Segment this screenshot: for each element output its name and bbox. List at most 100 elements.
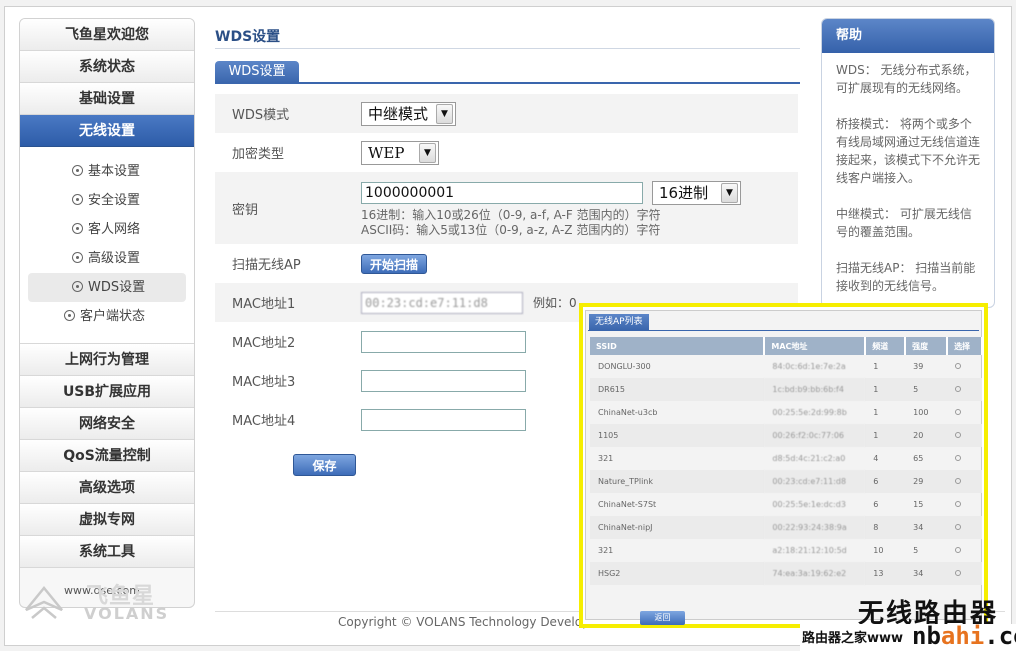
bullet-icon xyxy=(72,252,83,263)
brand-logo: www.dse.com 飞鱼星 VOLANS xyxy=(22,578,172,626)
ap-select-radio[interactable] xyxy=(955,570,962,576)
subnav-item-client-status[interactable]: 客户端状态 xyxy=(20,302,194,331)
ap-select-cell xyxy=(947,401,982,424)
ap-channel: 6 xyxy=(873,500,879,509)
mac2-input[interactable] xyxy=(361,330,526,353)
nav-item-advanced-options[interactable]: 高级选项 xyxy=(20,472,194,504)
ap-mac: d8:5d:4c:21:c2:a0 xyxy=(772,454,846,463)
dropdown-arrow-icon: ▼ xyxy=(721,182,738,203)
encryption-select[interactable]: WEP ▼ xyxy=(361,140,439,165)
ap-ssid: DR615 xyxy=(590,378,765,401)
tab-ap-list[interactable]: 无线AP列表 xyxy=(589,314,649,330)
bullet-icon xyxy=(64,310,75,321)
ap-select-cell xyxy=(947,493,982,516)
mac4-input[interactable] xyxy=(361,408,526,431)
ap-mac: a2:18:21:12:10:5d xyxy=(772,546,847,555)
nav-item-qos[interactable]: QoS流量控制 xyxy=(20,440,194,472)
wds-mode-value: 中继模式 xyxy=(368,105,429,123)
ap-select-cell xyxy=(947,424,982,447)
ap-ssid: DONGLU-300 xyxy=(598,362,651,371)
ap-channel: 1 xyxy=(865,378,906,401)
nav-item-network-security[interactable]: 网络安全 xyxy=(20,408,194,440)
scan-label: 扫描无线AP xyxy=(232,258,301,273)
subnav-item-advanced[interactable]: 高级设置 xyxy=(20,244,194,273)
sidebar-nav: 飞鱼星欢迎您 系统状态 基础设置 无线设置 基本设置 安全设置 客人网络 高级设… xyxy=(19,18,195,608)
ap-select-radio[interactable] xyxy=(955,455,962,461)
subnav-item-security[interactable]: 安全设置 xyxy=(20,186,194,215)
row-scan: 扫描无线AP 开始扫描 xyxy=(215,244,798,283)
encryption-value: WEP xyxy=(368,143,405,162)
nav-item-wireless-settings[interactable]: 无线设置 xyxy=(20,115,194,147)
wds-mode-label: WDS模式 xyxy=(232,108,290,123)
ap-strength: 34 xyxy=(905,516,948,539)
nav-item-basic-settings[interactable]: 基础设置 xyxy=(20,83,194,115)
ap-mac: 1c:bd:b9:bb:6b:f4 xyxy=(764,378,866,401)
help-text-scan: 扫描无线AP： 扫描当前能接收到的无线信号。 xyxy=(836,261,976,293)
ap-select-radio[interactable] xyxy=(955,478,962,484)
ap-mac: 84:0c:6d:1e:7e:2a xyxy=(772,362,846,371)
hint-hex: 16进制：输入10或26位（0-9, a-f, A-F 范围内的）字符 xyxy=(361,207,661,222)
help-text-wds: WDS： 无线分布式系统，可扩展现有的无线网络。 xyxy=(836,63,977,95)
ap-ssid: 321 xyxy=(598,454,614,463)
fish-logo-icon xyxy=(25,586,63,619)
subnav-label: 客户端状态 xyxy=(80,309,146,324)
save-button[interactable]: 保存 xyxy=(293,454,356,476)
col-strength: 强度 xyxy=(905,337,949,355)
wireless-submenu: 基本设置 安全设置 客人网络 高级设置 WDS设置 客户端状态 xyxy=(20,147,194,344)
table-row: 1105 00:26:f2:0c:77:06 1 20 xyxy=(590,424,982,447)
col-ssid: SSID xyxy=(590,337,766,355)
ap-list-panel: 无线AP列表 SSID MAC地址 频道 强度 选择 DONGLU-300 84:… xyxy=(585,310,983,625)
nav-item-system-tools[interactable]: 系统工具 xyxy=(20,536,194,568)
ap-ssid: 1105 xyxy=(590,424,765,447)
nav-item-behavior-management[interactable]: 上网行为管理 xyxy=(20,344,194,376)
subnav-item-wds[interactable]: WDS设置 xyxy=(28,273,186,302)
mac4-label: MAC地址4 xyxy=(232,414,296,429)
subnav-item-basic[interactable]: 基本设置 xyxy=(20,157,194,186)
divider xyxy=(588,330,979,331)
key-input[interactable]: 1000000001 xyxy=(361,181,643,204)
ap-select-radio[interactable] xyxy=(955,386,962,392)
ap-channel: 6 xyxy=(865,470,906,493)
ap-select-radio[interactable] xyxy=(955,524,962,530)
table-row: DR615 1c:bd:b9:bb:6b:f4 1 5 xyxy=(590,378,982,401)
table-row: ChinaNet-S7St 00:25:5e:1e:dc:d3 6 15 xyxy=(590,493,982,516)
logo-brand-en: VOLANS xyxy=(84,604,170,623)
subnav-item-guest-network[interactable]: 客人网络 xyxy=(20,215,194,244)
table-row: HSG2 74:ea:3a:19:62:e2 13 34 xyxy=(590,562,982,585)
ap-select-radio[interactable] xyxy=(955,501,962,507)
ap-mac: 00:22:93:24:38:9a xyxy=(764,516,866,539)
ap-select-radio[interactable] xyxy=(955,363,962,369)
ap-select-radio[interactable] xyxy=(955,409,962,415)
row-encryption: 加密类型 WEP ▼ xyxy=(215,133,798,172)
nav-item-vpn[interactable]: 虚拟专网 xyxy=(20,504,194,536)
nav-item-welcome[interactable]: 飞鱼星欢迎您 xyxy=(20,19,194,51)
ap-strength: 5 xyxy=(905,378,948,401)
ap-strength: 100 xyxy=(913,408,929,417)
ap-strength: 29 xyxy=(905,470,948,493)
start-scan-button[interactable]: 开始扫描 xyxy=(361,253,428,274)
ap-channel: 1 xyxy=(865,424,906,447)
ap-select-radio[interactable] xyxy=(955,432,962,438)
nav-item-usb-apps[interactable]: USB扩展应用 xyxy=(20,376,194,408)
ap-mac: 74:ea:3a:19:62:e2 xyxy=(764,562,866,585)
table-row: Nature_TPlink 00:23:cd:e7:11:d8 6 29 xyxy=(590,470,982,493)
bullet-icon xyxy=(72,165,83,176)
wds-mode-select[interactable]: 中继模式 ▼ xyxy=(361,101,456,126)
ap-select-cell xyxy=(947,447,982,470)
mac1-input[interactable]: 00:23:cd:e7:11:d8 xyxy=(361,291,523,314)
ap-channel: 4 xyxy=(873,454,879,463)
ap-ssid: Nature_TPlink xyxy=(590,470,765,493)
key-format-select[interactable]: 16进制 ▼ xyxy=(652,180,741,205)
page-title: WDS设置 xyxy=(215,29,281,45)
ap-channel: 1 xyxy=(873,408,879,417)
ap-select-radio[interactable] xyxy=(955,547,962,553)
col-channel: 频道 xyxy=(865,337,907,355)
ap-mac: 00:23:cd:e7:11:d8 xyxy=(764,470,866,493)
nav-item-system-status[interactable]: 系统状态 xyxy=(20,51,194,83)
mac3-input[interactable] xyxy=(361,369,526,392)
tab-wds-settings[interactable]: WDS设置 xyxy=(215,61,299,83)
ap-ssid: ChinaNet-u3cb xyxy=(598,408,658,417)
ap-ssid: HSG2 xyxy=(590,562,765,585)
back-button[interactable]: 返回 xyxy=(640,611,685,625)
watermark-site-a: nb xyxy=(912,622,941,650)
